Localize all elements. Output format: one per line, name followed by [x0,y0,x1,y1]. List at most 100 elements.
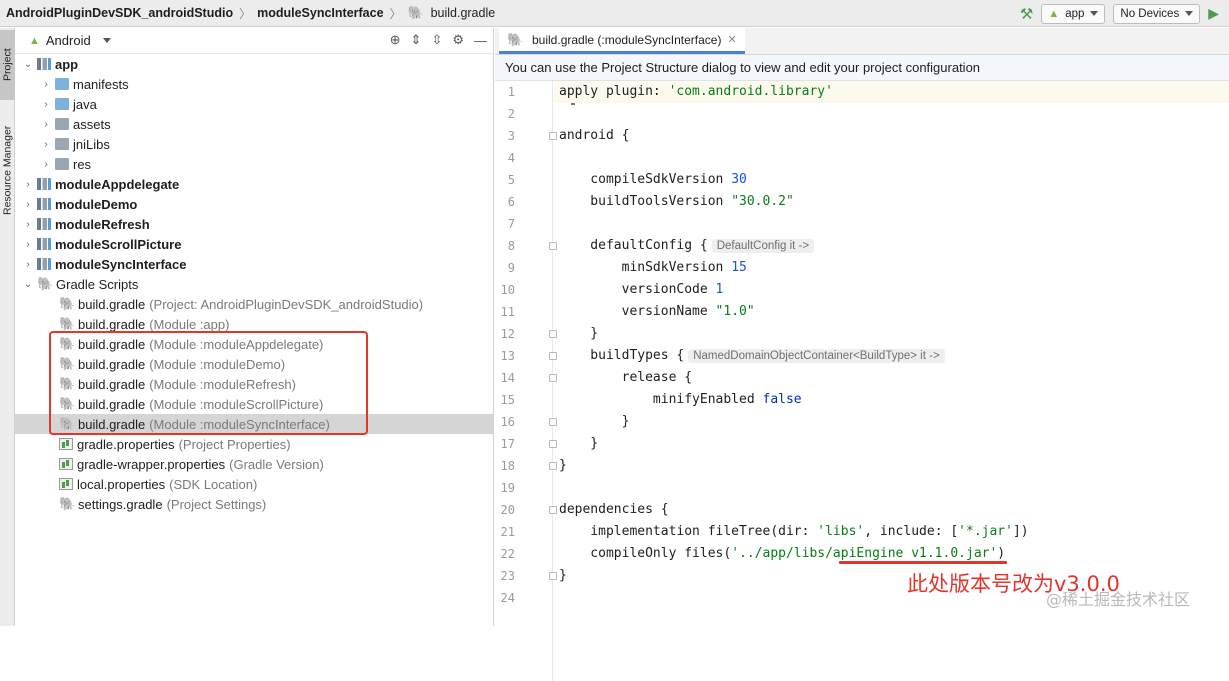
code-line: buildTypes {NamedDomainObjectContainer<B… [559,345,945,367]
tree-hint: (Gradle Version) [229,456,324,472]
gradle-elephant-icon: 🐘 [59,336,76,351]
tree-row[interactable]: ⌄ app [15,54,494,74]
chevron-right-icon[interactable]: › [41,99,51,110]
gear-icon[interactable]: ⚙ [452,32,464,48]
fold-marker-icon[interactable] [549,506,557,514]
editor-tab[interactable]: 🐘 build.gradle (:moduleSyncInterface) ✕ [499,28,745,54]
chevron-down-icon[interactable]: ⌄ [23,59,33,70]
breadcrumb-module[interactable]: moduleSyncInterface [257,6,383,20]
fold-marker-icon[interactable] [549,462,557,470]
chevron-right-icon[interactable]: › [41,139,51,150]
chevron-right-icon[interactable]: › [23,179,33,190]
line-number: 2 [507,107,515,121]
run-icon[interactable]: ▶ [1208,5,1219,22]
fold-marker-icon[interactable] [549,418,557,426]
close-icon[interactable]: ✕ [727,33,736,46]
tree-row[interactable]: › jniLibs [15,134,494,154]
tree-row[interactable]: › res [15,154,494,174]
tree-hint: (SDK Location) [169,476,258,492]
tree-row[interactable]: › moduleRefresh [15,214,494,234]
tree-row[interactable]: 🐘 build.gradle (Module :moduleSyncInterfac… [15,414,494,434]
tree-row[interactable]: gradle-wrapper.properties (Gradle Version… [15,454,494,474]
chevron-right-icon[interactable]: › [41,79,51,90]
expand-all-icon[interactable]: ⇕ [411,32,422,48]
tree-row[interactable]: › java [15,94,494,114]
chevron-right-icon[interactable]: › [23,219,33,230]
breadcrumb-separator: 〉 [389,6,402,21]
line-number: 12 [500,327,515,341]
editor-area: 🐘 build.gradle (:moduleSyncInterface) ✕ … [495,28,1229,681]
tree-row[interactable]: › assets [15,114,494,134]
tree-row[interactable]: 🐘 build.gradle (Module :moduleDemo) [15,354,494,374]
android-icon: ▲ [1048,7,1060,20]
tree-hint: (Project Properties) [178,436,291,452]
folder-icon [55,98,69,110]
fold-marker-icon[interactable] [549,572,557,580]
hide-icon[interactable]: — [474,33,487,48]
tree-row[interactable]: 🐘 build.gradle (Module :moduleScrollPictur… [15,394,494,414]
tree-row[interactable]: › moduleScrollPicture [15,234,494,254]
project-panel: ▲ Android ⊕ ⇕ ⇳ ⚙ — ⌄ app › manifests › java ›… [15,28,494,626]
tree-label: jniLibs [73,136,110,152]
tree-row[interactable]: › moduleAppdelegate [15,174,494,194]
code-token: 30 [731,172,747,187]
tree-row[interactable]: › moduleSyncInterface [15,254,494,274]
editor-tab-label: build.gradle (:moduleSyncInterface) [532,32,722,47]
chevron-down-icon[interactable] [102,38,111,43]
code-token: buildTypes { [559,348,685,363]
tree-row[interactable]: › moduleDemo [15,194,494,214]
breadcrumb-project[interactable]: AndroidPluginDevSDK_androidStudio [6,6,233,20]
tree-row[interactable]: 🐘 settings.gradle (Project Settings) [15,494,494,514]
gradle-elephant-icon: 🐘 [59,396,76,411]
project-panel-header: ▲ Android ⊕ ⇕ ⇳ ⚙ — [15,28,493,54]
chevron-right-icon[interactable]: › [41,119,51,130]
tree-row[interactable]: local.properties (SDK Location) [15,474,494,494]
breadcrumb-file[interactable]: 🐘 build.gradle [408,5,496,21]
line-number: 3 [507,129,515,143]
fold-marker-icon[interactable] [549,132,557,140]
module-icon [37,238,51,250]
fold-marker-icon[interactable] [549,330,557,338]
tree-label: build.gradle [78,356,146,372]
gradle-elephant-icon: 🐘 [59,316,76,331]
code-line: } [559,433,598,455]
chevron-right-icon[interactable]: › [23,239,33,250]
hammer-build-icon[interactable]: ⚒ [1020,5,1033,23]
chevron-down-icon[interactable]: ⌄ [23,279,33,290]
module-icon [37,178,51,190]
chevron-right-icon[interactable]: › [41,159,51,170]
resource-manager-tool-tab[interactable]: Resource Manager [0,110,15,230]
line-number: 1 [507,85,515,99]
project-tool-tab[interactable]: Project [0,30,15,100]
fold-marker-icon[interactable] [549,352,557,360]
locate-icon[interactable]: ⊕ [390,32,401,48]
code-token: defaultConfig { [559,238,708,253]
collapse-all-icon[interactable]: ⇳ [431,32,442,48]
run-configuration-dropdown[interactable]: ▲ app [1041,3,1106,24]
tree-row[interactable]: gradle.properties (Project Properties) [15,434,494,454]
chevron-down-icon [1185,11,1194,16]
fold-marker-icon[interactable] [549,242,557,250]
device-dropdown[interactable]: No Devices [1113,3,1201,24]
code-token: } [559,326,599,341]
tree-label: app [55,56,79,72]
code-token: minSdkVersion [559,260,732,275]
tree-row[interactable]: 🐘 build.gradle (Module :moduleRefresh) [15,374,494,394]
chevron-right-icon[interactable]: › [23,199,33,210]
chevron-right-icon[interactable]: › [23,259,33,270]
tree-row[interactable]: › manifests [15,74,494,94]
tree-row[interactable]: 🐘 build.gradle (Module :moduleAppdelegate) [15,334,494,354]
run-toolbar: ⚒ ▲ app No Devices ▶ [1020,0,1229,27]
gradle-elephant-icon: 🐘 [407,5,424,20]
tree-label: settings.gradle [78,496,163,512]
tree-row[interactable]: ⌄ 🐘 Gradle Scripts [15,274,494,294]
tree-row[interactable]: 🐘 build.gradle (Project: AndroidPluginDevS… [15,294,494,314]
tree-row[interactable]: 🐘 build.gradle (Module :app) [15,314,494,334]
fold-marker-icon[interactable] [549,374,557,382]
view-mode-label[interactable]: Android [46,33,91,48]
fold-marker-icon[interactable] [549,440,557,448]
gradle-elephant-icon: 🐘 [59,376,76,391]
tree-hint: (Module :moduleDemo) [149,356,286,372]
resource-folder-icon [55,118,69,130]
code-token: compileSdkVersion [559,172,732,187]
